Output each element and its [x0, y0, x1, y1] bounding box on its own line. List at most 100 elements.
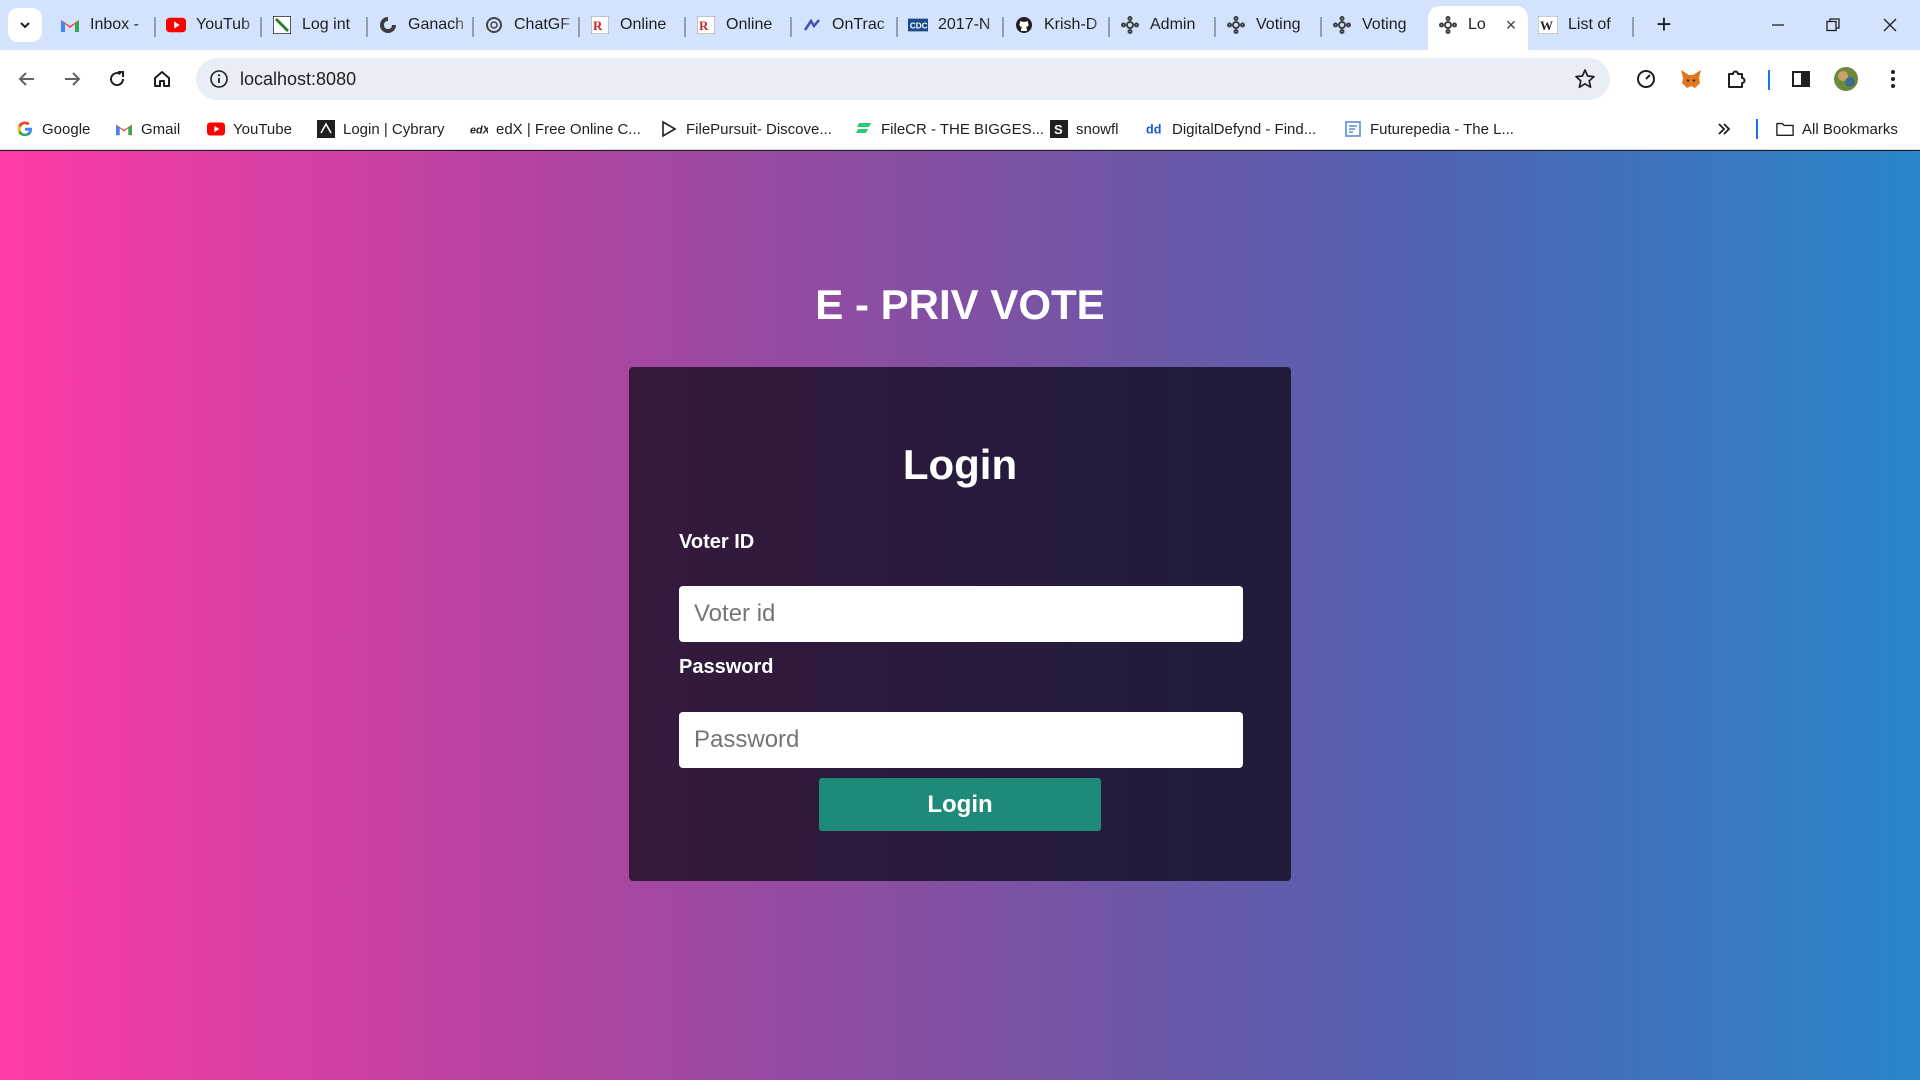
bookmark-star-button[interactable]	[1572, 66, 1598, 92]
gmail-icon	[115, 120, 133, 138]
metamask-fox-icon	[1681, 70, 1701, 88]
bookmark-label: DigitalDefynd - Find...	[1172, 120, 1317, 138]
tab[interactable]: Inbox -	[50, 6, 156, 44]
password-input[interactable]	[679, 712, 1243, 768]
svg-text:CDC: CDC	[910, 22, 928, 31]
speedometer-icon	[1637, 70, 1655, 88]
svg-text:dd: dd	[1146, 123, 1161, 137]
more-bookmarks-button[interactable]	[1716, 118, 1732, 140]
tab-title: OnTrac	[832, 16, 885, 33]
home-button[interactable]	[145, 62, 179, 96]
filepursuit-icon	[660, 120, 678, 138]
bookmark-item[interactable]: S snowfl	[1050, 118, 1119, 140]
tab-title: Krish-D	[1044, 16, 1098, 33]
side-panel-button[interactable]	[1784, 62, 1818, 96]
overleaf-icon	[272, 15, 292, 35]
tab-title: Ganach	[408, 16, 465, 33]
voter-id-input[interactable]	[679, 586, 1243, 642]
url-text[interactable]: localhost:8080	[240, 69, 356, 90]
back-button[interactable]	[10, 62, 44, 96]
login-heading: Login	[902, 441, 1018, 488]
tab[interactable]: R Online	[580, 6, 686, 44]
svg-text:S: S	[1054, 122, 1063, 137]
tab[interactable]: Log int	[262, 6, 368, 44]
bookmarks-bar: Google Gmail YouTube Login | Cybrary edX…	[0, 108, 1920, 150]
bookmark-item[interactable]: FilePursuit- Discove...	[660, 118, 832, 140]
bookmark-item[interactable]: Login | Cybrary	[317, 118, 444, 140]
menu-button[interactable]	[1876, 62, 1910, 96]
restore-button[interactable]	[1813, 8, 1853, 42]
bookmark-item[interactable]: FileCR - THE BIGGES...	[855, 118, 1044, 140]
metamask-extension-button[interactable]	[1674, 62, 1708, 96]
app-icon	[1332, 15, 1352, 35]
reload-icon	[110, 71, 125, 87]
youtube-icon	[166, 15, 186, 35]
bookmark-item[interactable]: Gmail	[115, 118, 180, 140]
tab-title: 2017-N	[938, 16, 991, 33]
close-window-button[interactable]	[1870, 8, 1910, 42]
bookmark-label: edX | Free Online C...	[496, 120, 641, 138]
tab[interactable]: Krish-D	[1004, 6, 1110, 44]
voter-id-label: Voter ID	[679, 531, 755, 553]
wikipedia-icon: W	[1538, 15, 1558, 35]
tab[interactable]: W List of	[1528, 6, 1634, 44]
bookmark-item[interactable]: YouTube	[207, 118, 292, 140]
tab[interactable]: CDC 2017-N	[898, 6, 1004, 44]
minimize-button[interactable]	[1758, 8, 1798, 42]
bookmark-item[interactable]: edX edX | Free Online C...	[470, 118, 641, 140]
chevron-down-icon	[20, 22, 30, 29]
arrow-right-icon	[65, 72, 81, 86]
reload-button[interactable]	[100, 62, 134, 96]
chatgpt-icon	[484, 15, 504, 35]
password-label: Password	[679, 656, 774, 678]
bookmarks-divider	[1756, 119, 1758, 139]
bookmark-label: Gmail	[141, 120, 181, 138]
tab-search-button[interactable]	[8, 8, 42, 42]
tab-title: Lo	[1468, 16, 1486, 33]
close-tab-icon[interactable]: ×	[1502, 16, 1520, 34]
bookmark-label: FileCR - THE BIGGES...	[881, 120, 1045, 138]
tab[interactable]: OnTrac	[792, 6, 898, 44]
bookmark-item[interactable]: dd DigitalDefynd - Find...	[1146, 118, 1316, 140]
tab[interactable]: Voting	[1216, 6, 1322, 44]
ontrack-icon	[802, 15, 822, 35]
forward-button[interactable]	[55, 62, 89, 96]
browser-toolbar: localhost:8080	[0, 50, 1920, 108]
performance-button[interactable]	[1629, 62, 1663, 96]
tab[interactable]: YouTub	[156, 6, 262, 44]
page-content: E - PRIV VOTE Login Voter ID Password Lo…	[0, 151, 1920, 1080]
address-bar[interactable]: localhost:8080	[196, 58, 1610, 100]
profile-avatar[interactable]	[1829, 62, 1863, 96]
login-button[interactable]: Login	[819, 778, 1101, 831]
double-chevron-right-icon	[1718, 123, 1731, 135]
tab[interactable]: Admin	[1110, 6, 1216, 44]
tab-title: Online	[726, 16, 773, 33]
tab-title: Voting	[1362, 16, 1407, 33]
tab-title: Voting	[1256, 16, 1301, 33]
app-icon	[1438, 15, 1458, 35]
extensions-button[interactable]	[1719, 62, 1753, 96]
bookmark-item[interactable]: Google	[16, 118, 90, 140]
tab[interactable]: R Online	[686, 6, 792, 44]
avatar-icon	[1834, 67, 1858, 91]
tab-title: Admin	[1150, 16, 1196, 33]
tab-list: Inbox - YouTub Log int Ganach ChatGF R O…	[50, 6, 1634, 50]
tab[interactable]: Voting	[1322, 6, 1428, 44]
toolbar-divider	[1768, 70, 1770, 90]
tab[interactable]: ChatGF	[474, 6, 580, 44]
site-info-button[interactable]	[204, 64, 234, 94]
bookmark-item[interactable]: Futurepedia - The L...	[1344, 118, 1514, 140]
tab-title: YouTub	[196, 16, 250, 33]
cybrary-icon	[317, 120, 335, 138]
svg-text:edX: edX	[470, 125, 488, 137]
rx-icon: R	[590, 15, 610, 35]
filecr-icon	[855, 120, 873, 138]
puzzle-icon	[1728, 70, 1746, 88]
futurepedia-icon	[1344, 120, 1362, 138]
app-icon	[1120, 15, 1140, 35]
all-bookmarks-button[interactable]: All Bookmarks	[1776, 118, 1898, 140]
new-tab-button[interactable]: +	[1652, 11, 1676, 37]
tab-active[interactable]: Lo ×	[1428, 6, 1528, 50]
tab[interactable]: Ganach	[368, 6, 474, 44]
tab-title: List of	[1568, 16, 1611, 33]
